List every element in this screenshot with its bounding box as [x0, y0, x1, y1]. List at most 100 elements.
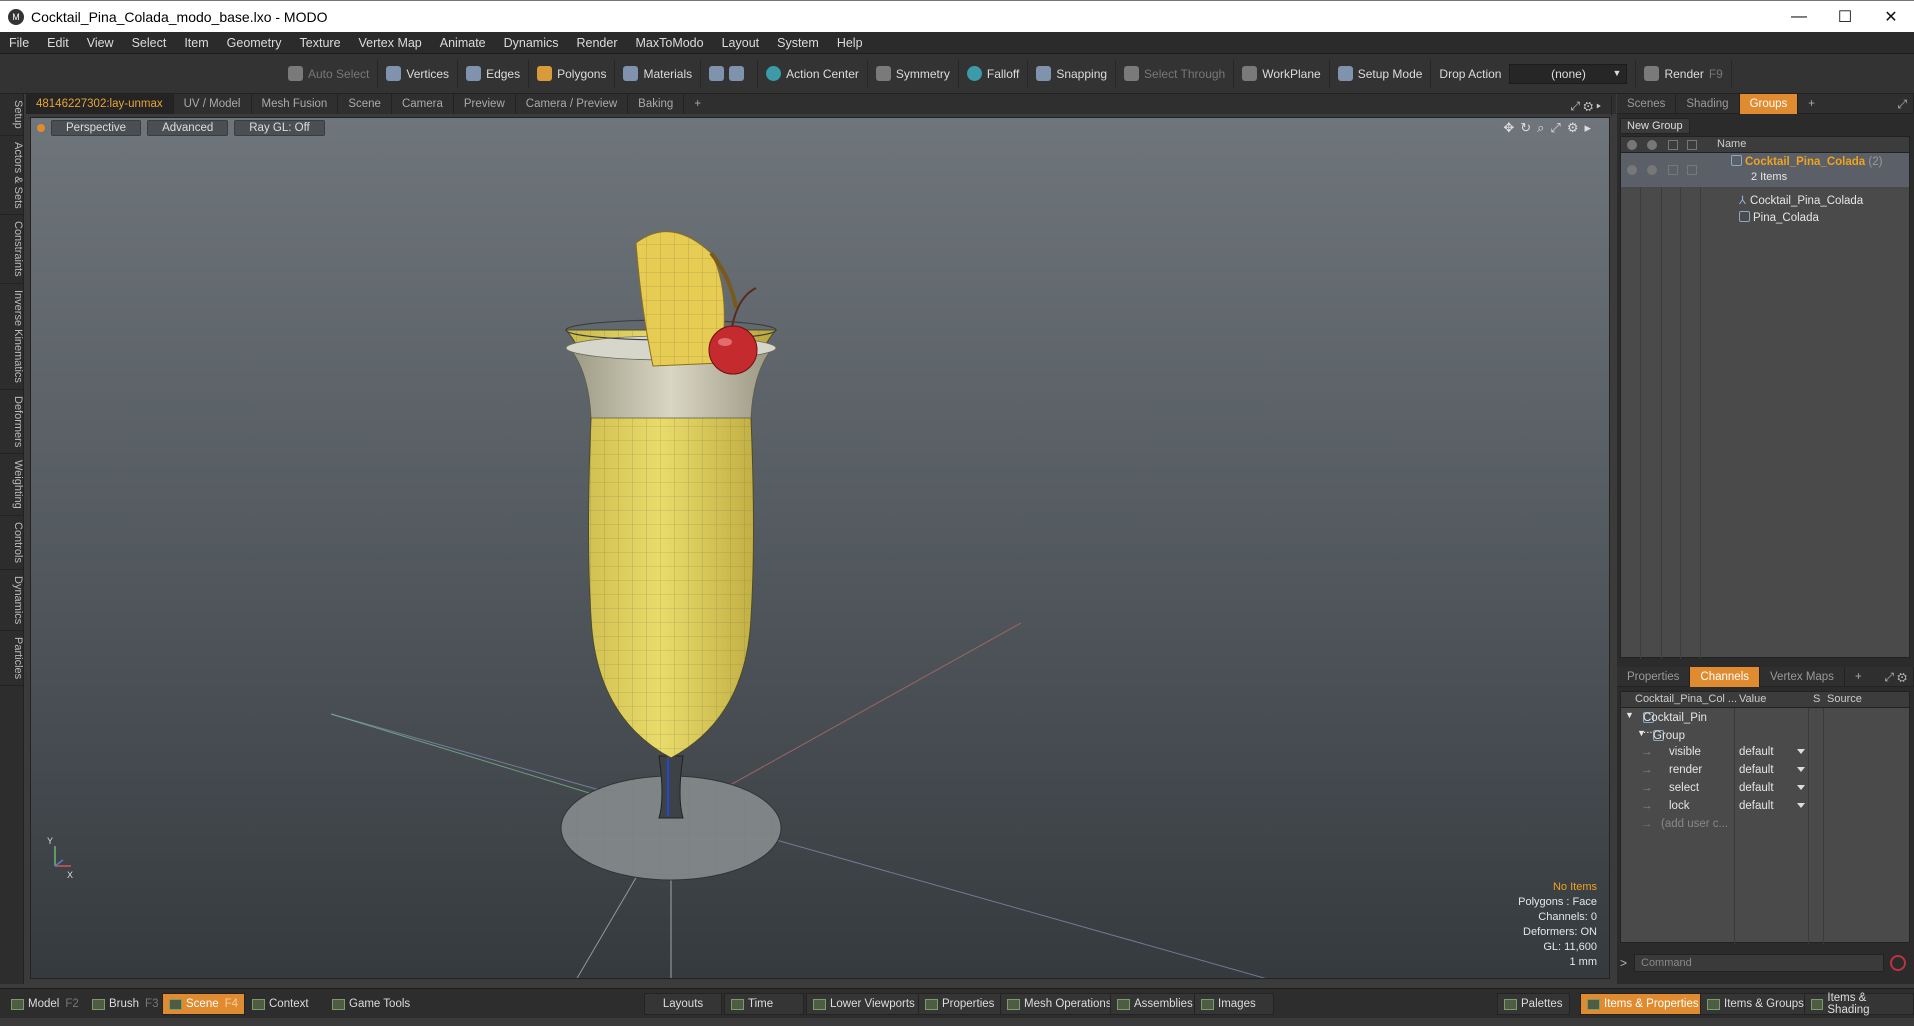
group-child-row[interactable]: ⅄ Cocktail_Pina_Colada — [1621, 191, 1909, 209]
vertices-button[interactable]: Vertices — [378, 59, 459, 88]
expand-arrow-icon[interactable]: ▼ — [1625, 710, 1634, 720]
menu-animate[interactable]: Animate — [431, 36, 495, 50]
setup-mode-button[interactable]: Setup Mode — [1330, 59, 1432, 88]
falloff-button[interactable]: Falloff — [959, 59, 1029, 88]
minimize-button[interactable]: — — [1776, 1, 1822, 33]
maximize-viewport-icon[interactable]: ⤢ ⚙ ▸ — [1560, 96, 1612, 116]
raygl-button[interactable]: Ray GL: Off — [234, 120, 325, 136]
add-user-channel-row[interactable]: → (add user c... — [1621, 816, 1909, 834]
menu-layout[interactable]: Layout — [713, 36, 769, 50]
items-properties-button[interactable]: Items & Properties — [1580, 993, 1706, 1015]
auto-select-button[interactable]: Auto Select — [280, 59, 379, 88]
symmetry-button[interactable]: Symmetry — [868, 59, 959, 88]
chevron-down-icon[interactable] — [1797, 767, 1805, 772]
tab-baking[interactable]: Baking — [628, 94, 685, 114]
maximize-button[interactable]: ☐ — [1822, 1, 1868, 33]
command-input[interactable]: Command — [1634, 954, 1884, 972]
channel-row[interactable]: → select default — [1621, 780, 1909, 798]
menu-select[interactable]: Select — [123, 36, 176, 50]
channel-row[interactable]: → lock default — [1621, 798, 1909, 816]
side-tab-particles[interactable]: Particles — [0, 631, 24, 687]
select-toggle-icon[interactable] — [1668, 165, 1678, 175]
3d-viewport[interactable]: Y X Perspective Advanced Ray GL: Off ✥ ↻… — [30, 117, 1610, 979]
viewport-menu-icon[interactable] — [37, 124, 45, 132]
tab-groups[interactable]: Groups — [1739, 93, 1799, 114]
channel-group-row[interactable]: ▼ Group — [1621, 726, 1909, 744]
tab-preview[interactable]: Preview — [454, 94, 516, 114]
menu-item[interactable]: Item — [175, 36, 217, 50]
menu-vertex-map[interactable]: Vertex Map — [350, 36, 431, 50]
fit-icon[interactable]: ⤢ — [1550, 120, 1560, 136]
side-tab-dynamics[interactable]: Dynamics — [0, 570, 24, 632]
assemblies-button[interactable]: Assemblies — [1110, 993, 1200, 1015]
drop-action-select[interactable]: (none) ▼ — [1509, 63, 1628, 84]
tab-camera[interactable]: Camera — [392, 94, 454, 114]
rotate-icon[interactable]: ↻ — [1520, 120, 1531, 136]
polygons-button[interactable]: Polygons — [529, 59, 616, 88]
items-groups-button[interactable]: Items & Groups — [1700, 993, 1811, 1015]
menu-file[interactable]: File — [0, 36, 38, 50]
command-history-icon[interactable] — [1890, 955, 1906, 971]
tab-channels[interactable]: Channels — [1690, 666, 1761, 687]
menu-view[interactable]: View — [78, 36, 123, 50]
menu-maxtomodo[interactable]: MaxToModo — [627, 36, 713, 50]
select-through-button[interactable]: Select Through — [1116, 59, 1235, 88]
channel-value[interactable]: default — [1739, 764, 1774, 776]
panel-expand-icon[interactable]: ⤢ — [1887, 93, 1914, 114]
tab-properties[interactable]: Properties — [1617, 666, 1691, 687]
tab-uv-model[interactable]: UV / Model — [174, 94, 252, 114]
side-tab-controls[interactable]: Controls — [0, 516, 24, 570]
tab-scene[interactable]: Scene — [338, 94, 392, 114]
channel-value[interactable]: default — [1739, 800, 1774, 812]
action-center-button[interactable]: Action Center — [758, 59, 868, 88]
render-toggle-icon[interactable] — [1647, 165, 1657, 175]
layout-model-button[interactable]: Model F2 — [5, 993, 85, 1015]
group-row-root[interactable]: Cocktail_Pina_Colada (2) 2 Items — [1621, 153, 1909, 187]
lock-toggle-icon[interactable] — [1687, 165, 1697, 175]
view-mode-button[interactable]: Perspective — [51, 120, 142, 136]
channel-item-row[interactable]: ▼ Cocktail_Pin ... — [1621, 708, 1909, 736]
group-child-row[interactable]: Pina_Colada — [1621, 209, 1909, 227]
visibility-toggle-icon[interactable] — [1627, 165, 1637, 175]
shading-mode-button[interactable]: Advanced — [147, 120, 229, 136]
render-button[interactable]: Render F9 — [1636, 59, 1732, 88]
time-button[interactable]: Time — [724, 993, 804, 1015]
chevron-down-icon[interactable] — [1797, 803, 1805, 808]
side-tab-actors-sets[interactable]: Actors & Sets — [0, 136, 24, 216]
tab-mesh-fusion[interactable]: Mesh Fusion — [252, 94, 339, 114]
tab-scenes[interactable]: Scenes — [1617, 93, 1677, 114]
menu-texture[interactable]: Texture — [291, 36, 350, 50]
pan-icon[interactable]: ✥ — [1503, 120, 1514, 136]
layout-context-button[interactable]: Context — [246, 993, 315, 1015]
tab-shading[interactable]: Shading — [1676, 93, 1740, 114]
side-tab-inverse-kinematics[interactable]: Inverse Kinematics — [0, 284, 24, 390]
side-tab-deformers[interactable]: Deformers — [0, 390, 24, 455]
snapping-button[interactable]: Snapping — [1028, 59, 1117, 88]
side-tab-setup[interactable]: Setup — [0, 94, 24, 136]
tab-camera-preview[interactable]: Camera / Preview — [516, 94, 629, 114]
add-tab-button[interactable]: + — [1845, 667, 1872, 687]
side-tab-weighting[interactable]: Weighting — [0, 454, 24, 517]
tab-lay-unmax[interactable]: 48146227302:lay-unmax — [26, 94, 174, 114]
channel-value[interactable]: default — [1739, 746, 1774, 758]
palettes-button[interactable]: Palettes — [1497, 993, 1570, 1015]
items-shading-button[interactable]: Items & Shading — [1804, 992, 1914, 1016]
menu-geometry[interactable]: Geometry — [218, 36, 291, 50]
lower-viewports-button[interactable]: Lower Viewports — [806, 993, 922, 1015]
menu-dynamics[interactable]: Dynamics — [495, 36, 568, 50]
settings-icon[interactable]: ⚙ — [1567, 120, 1579, 136]
workplane-button[interactable]: WorkPlane — [1234, 59, 1330, 88]
channel-row[interactable]: → render default — [1621, 762, 1909, 780]
menu-edit[interactable]: Edit — [38, 36, 78, 50]
edges-button[interactable]: Edges — [458, 59, 530, 88]
zoom-icon[interactable]: ⌕ — [1537, 120, 1544, 136]
side-tab-constraints[interactable]: Constraints — [0, 215, 24, 285]
layout-scene-button[interactable]: Scene F4 — [162, 993, 246, 1015]
layout-brush-button[interactable]: Brush F3 — [86, 993, 164, 1015]
expand-arrow-icon[interactable]: ▼ — [1637, 728, 1646, 738]
images-button[interactable]: Images — [1194, 993, 1274, 1015]
layout-game-tools-button[interactable]: Game Tools — [326, 993, 416, 1015]
close-button[interactable]: ✕ — [1868, 1, 1914, 33]
add-tab-button[interactable]: + — [684, 94, 711, 114]
materials-button[interactable]: Materials — [615, 59, 702, 88]
